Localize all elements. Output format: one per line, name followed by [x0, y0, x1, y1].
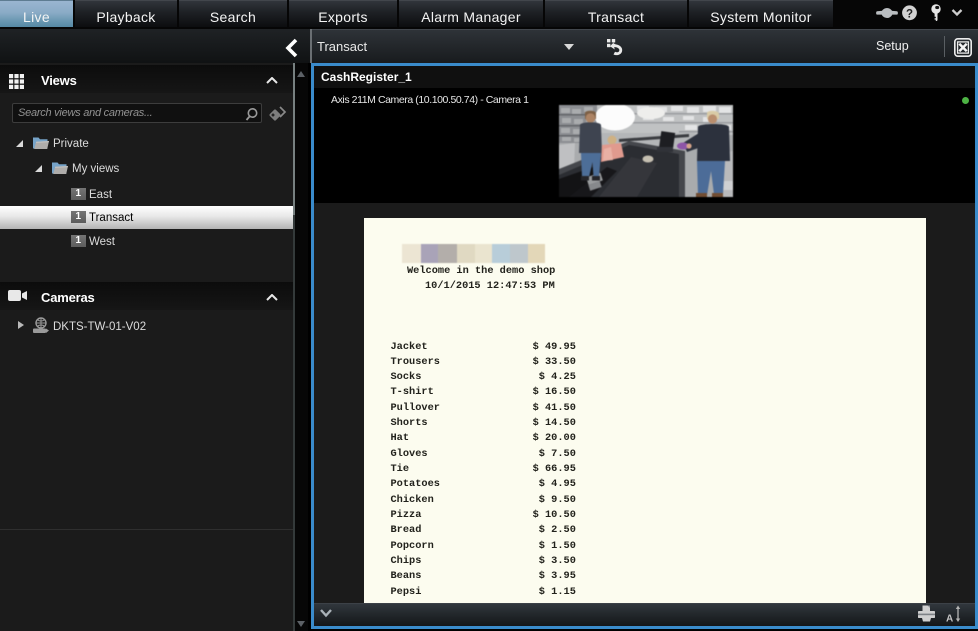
- svg-text:A: A: [946, 614, 953, 624]
- svg-text:?: ?: [906, 8, 913, 20]
